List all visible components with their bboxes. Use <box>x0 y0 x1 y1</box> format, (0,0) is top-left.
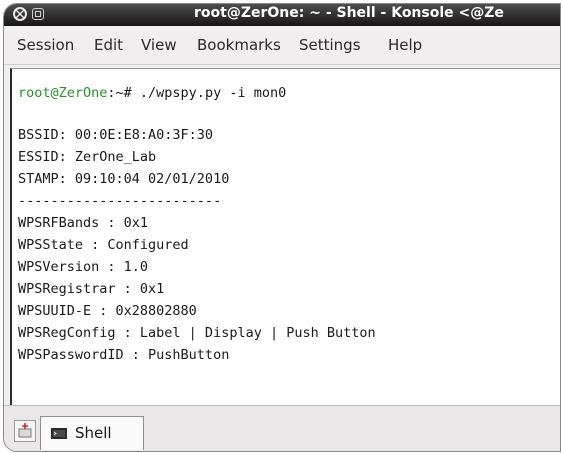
output-separator: ------------------------- <box>18 193 222 209</box>
output-essid: ESSID: ZerOne_Lab <box>18 149 157 165</box>
tab-bar: Shell <box>4 405 560 451</box>
output-bssid: BSSID: 00:0E:E8:A0:3F:30 <box>18 127 214 143</box>
tab-shell[interactable]: Shell <box>40 416 144 450</box>
menu-bar: Session Edit View Bookmarks Settings Hel… <box>4 26 560 65</box>
new-tab-button[interactable] <box>14 420 36 442</box>
output-stamp: STAMP: 09:10:04 02/01/2010 <box>18 171 230 187</box>
new-tab-icon <box>18 423 32 438</box>
terminal-output[interactable]: root@ZerOne:~# ./wpspy.py -i mon0 BSSID:… <box>10 68 560 405</box>
command-line: root@ZerOne:~# ./wpspy.py -i mon0 <box>18 85 286 101</box>
output-passwordid: WPSPasswordID : PushButton <box>18 347 230 363</box>
menu-bookmarks[interactable]: Bookmarks <box>197 36 281 54</box>
title-bar[interactable]: root@ZerOne: ~ - Shell - Konsole <@Ze <box>4 4 560 26</box>
menu-view[interactable]: View <box>141 36 177 54</box>
output-version: WPSVersion : 1.0 <box>18 259 149 275</box>
window-title: root@ZerOne: ~ - Shell - Konsole <@Ze <box>194 5 504 21</box>
konsole-app-icon[interactable] <box>12 6 28 22</box>
output-rfbands: WPSRFBands : 0x1 <box>18 215 149 231</box>
menu-session[interactable]: Session <box>17 36 74 54</box>
konsole-window: root@ZerOne: ~ - Shell - Konsole <@Ze Se… <box>3 3 561 452</box>
output-state: WPSState : Configured <box>18 237 189 253</box>
menu-help[interactable]: Help <box>388 36 422 54</box>
terminal-icon <box>51 428 67 439</box>
output-uuid: WPSUUID-E : 0x28802880 <box>18 303 197 319</box>
output-regconfig: WPSRegConfig : Label | Display | Push Bu… <box>18 325 376 341</box>
menu-edit[interactable]: Edit <box>94 36 123 54</box>
output-registrar: WPSRegistrar : 0x1 <box>18 281 165 297</box>
prompt-command: :~# ./wpspy.py -i mon0 <box>107 85 287 101</box>
tab-label: Shell <box>75 424 112 442</box>
window-menu-icon[interactable] <box>32 8 44 20</box>
prompt-user: root@ZerOne <box>18 85 108 101</box>
menu-settings[interactable]: Settings <box>299 36 361 54</box>
